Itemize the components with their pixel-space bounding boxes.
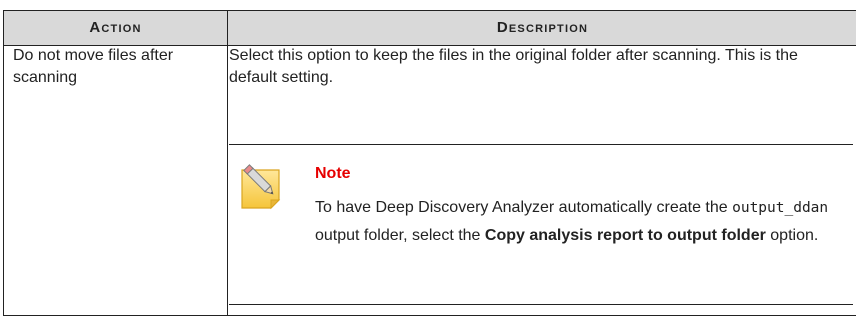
note-folder-name: output_ddan — [732, 200, 829, 216]
note-pencil-icon — [239, 164, 289, 210]
note-option-name: Copy analysis report to output folder — [484, 227, 766, 244]
note-text-part-2: output folder, select the — [315, 227, 481, 244]
header-description: Description — [496, 19, 589, 36]
column-divider — [227, 11, 228, 315]
note-title: Note — [315, 165, 351, 182]
note-text-part-3: option. — [770, 227, 819, 244]
note-body: To have Deep Discovery Analyzer automati… — [315, 194, 855, 250]
table-header-row: Action Description — [4, 11, 856, 46]
row-action-cell: Do not move files after scanning — [13, 47, 174, 86]
row-description-cell: Select this option to keep the files in … — [229, 47, 798, 86]
header-action: Action — [89, 19, 142, 36]
note-bottom-rule — [229, 304, 853, 305]
note-top-rule — [229, 144, 853, 145]
note-text-part-1: To have Deep Discovery Analyzer automati… — [315, 199, 728, 216]
